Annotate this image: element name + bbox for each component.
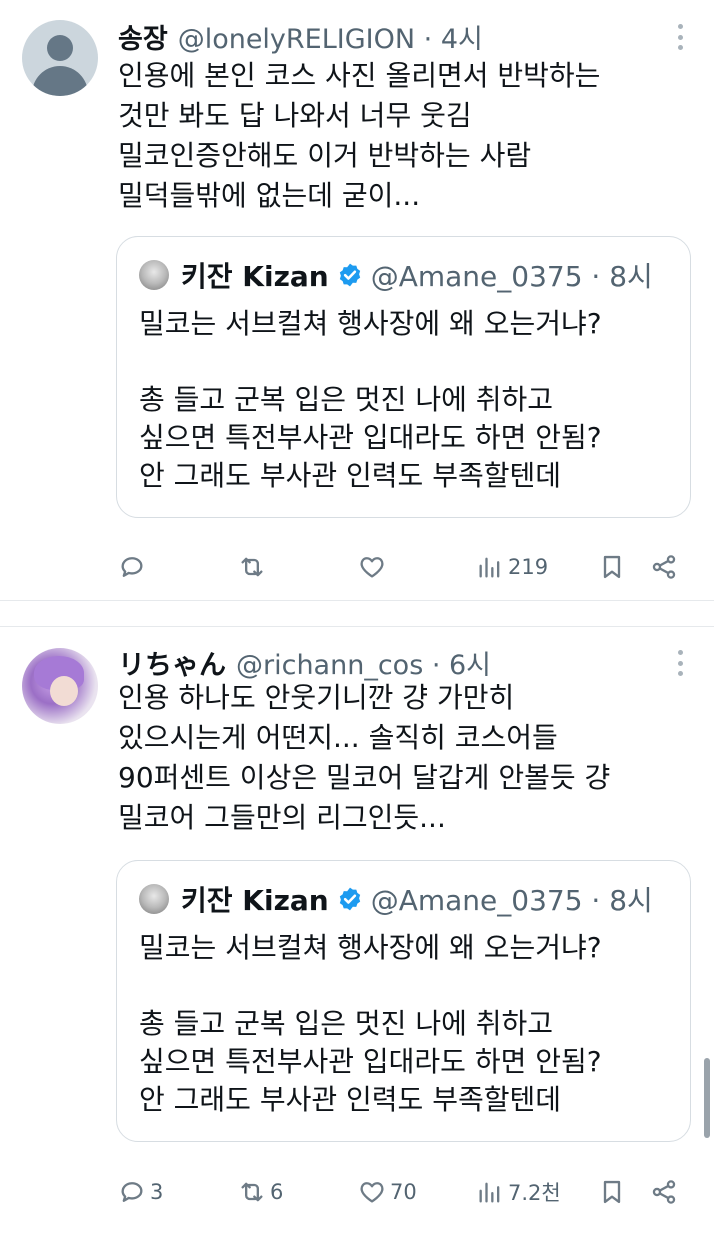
views-chart-icon xyxy=(479,557,500,578)
tweet-text-line: 인용에 본인 코스 사진 올리면서 반박하는 xyxy=(118,59,601,92)
tweet-text-line: 인용 하나도 안웃기니깐 걍 가만히 xyxy=(118,681,515,714)
divider xyxy=(0,600,714,601)
share-icon xyxy=(652,555,676,579)
tweet-text: 인용 하나도 안웃기니깐 걍 가만히 있으시는게 어떤지... 솔직히 코스어들… xyxy=(118,678,688,838)
reply-button[interactable] xyxy=(118,547,150,587)
display-name[interactable]: リちゃん xyxy=(118,643,226,682)
quoted-text-line: 안 그래도 부사관 인력도 부족할텐데 xyxy=(139,459,562,492)
share-icon xyxy=(652,1180,676,1204)
tweet-text-line: 밀코어 그들만의 리그인듯... xyxy=(118,801,446,834)
tweet-text: 인용에 본인 코스 사진 올리면서 반박하는 것만 봐도 답 나와서 너무 웃김… xyxy=(118,56,688,216)
tweet-header: 송장 @lonelyRELIGION · 4시 xyxy=(118,17,483,56)
quoted-text-line: 밀코는 서브컬쳐 행사장에 왜 오는거냐? xyxy=(139,931,602,964)
avatar-shoulders xyxy=(32,66,88,96)
reply-icon xyxy=(121,1182,143,1202)
avatar[interactable] xyxy=(22,20,98,96)
quoted-text-line: 밀코는 서브컬쳐 행사장에 왜 오는거냐? xyxy=(139,307,602,340)
views-chart-icon xyxy=(479,1182,500,1203)
like-count: 70 xyxy=(390,1180,417,1204)
quoted-text-line xyxy=(139,343,679,381)
handle-and-time[interactable]: @richann_cos · 6시 xyxy=(236,643,491,682)
reply-icon xyxy=(121,557,143,577)
quoted-text-line: 총 들고 군복 입은 멋진 나에 취하고 xyxy=(139,383,554,416)
display-name[interactable]: 송장 xyxy=(118,17,168,56)
views-button[interactable]: 7.2천 xyxy=(476,1172,561,1212)
reply-count: 3 xyxy=(150,1180,164,1204)
quoted-tweet[interactable]: 키잔 Kizan @Amane_0375 · 8시 밀코는 서브컬쳐 행사장에 … xyxy=(116,236,691,518)
retweet-icon xyxy=(241,557,263,577)
quoted-display-name: 키잔 Kizan xyxy=(181,884,329,917)
quoted-handle-and-time: @Amane_0375 · 8시 xyxy=(370,260,653,293)
tweet-text-line: 90퍼센트 이상은 밀코어 달갑게 안볼듯 걍 xyxy=(118,761,611,794)
retweet-button[interactable]: 6 xyxy=(238,1172,283,1212)
bookmark-button[interactable] xyxy=(598,547,626,587)
quoted-avatar xyxy=(139,884,169,914)
bookmark-button[interactable] xyxy=(598,1172,626,1212)
more-vertical-icon[interactable] xyxy=(678,650,684,676)
avatar[interactable] xyxy=(22,648,98,724)
tweet-actions: 219 xyxy=(0,547,714,587)
views-count: 7.2천 xyxy=(508,1181,561,1205)
quoted-handle-and-time: @Amane_0375 · 8시 xyxy=(370,884,653,917)
quoted-tweet-header: 키잔 Kizan @Amane_0375 · 8시 xyxy=(139,255,653,295)
quoted-avatar xyxy=(139,260,169,290)
quoted-tweet-text: 밀코는 서브컬쳐 행사장에 왜 오는거냐? 총 들고 군복 입은 멋진 나에 취… xyxy=(139,305,679,495)
reply-button[interactable]: 3 xyxy=(118,1172,163,1212)
quoted-text-line: 안 그래도 부사관 인력도 부족할텐데 xyxy=(139,1083,562,1116)
avatar-face xyxy=(50,676,78,706)
quoted-tweet-text: 밀코는 서브컬쳐 행사장에 왜 오는거냐? 총 들고 군복 입은 멋진 나에 취… xyxy=(139,929,679,1119)
like-button[interactable]: 70 xyxy=(358,1172,417,1212)
bookmark-icon xyxy=(603,1180,621,1204)
more-vertical-icon[interactable] xyxy=(678,24,684,50)
quoted-text-line: 총 들고 군복 입은 멋진 나에 취하고 xyxy=(139,1007,554,1040)
like-button[interactable] xyxy=(358,547,390,587)
quoted-tweet-header: 키잔 Kizan @Amane_0375 · 8시 xyxy=(139,879,653,919)
share-button[interactable] xyxy=(650,1172,678,1212)
tweet[interactable]: 송장 @lonelyRELIGION · 4시 인용에 본인 코스 사진 올리면… xyxy=(0,0,714,600)
heart-icon xyxy=(360,557,384,578)
tweet[interactable]: リちゃん @richann_cos · 6시 인용 하나도 안웃기니깐 걍 가만… xyxy=(0,628,714,1228)
tweet-text-line: 있으시는게 어떤지... 솔직히 코스어들 xyxy=(118,721,558,754)
views-count: 219 xyxy=(508,555,549,579)
quoted-text-line: 싶으면 특전부사관 입대라도 하면 안됨? xyxy=(139,421,602,454)
bookmark-icon xyxy=(603,555,621,579)
tweet-header: リちゃん @richann_cos · 6시 xyxy=(118,643,491,682)
tweet-text-line: 밀코인증안해도 이거 반박하는 사람 xyxy=(118,139,532,172)
quoted-display-name: 키잔 Kizan xyxy=(181,260,329,293)
handle-and-time[interactable]: @lonelyRELIGION · 4시 xyxy=(178,17,483,56)
tweet-actions: 3 6 70 7.2천 xyxy=(0,1172,714,1212)
verified-badge-icon xyxy=(339,887,360,911)
retweet-button[interactable] xyxy=(238,547,270,587)
retweet-count: 6 xyxy=(270,1180,284,1204)
divider xyxy=(0,626,714,627)
heart-icon xyxy=(360,1182,384,1203)
verified-badge-icon xyxy=(339,263,360,287)
share-button[interactable] xyxy=(650,547,678,587)
views-button[interactable]: 219 xyxy=(476,547,548,587)
tweet-text-line: 밀덕들밖에 없는데 굳이... xyxy=(118,179,421,212)
tweet-text-line: 것만 봐도 답 나와서 너무 웃김 xyxy=(118,99,472,132)
quoted-text-line xyxy=(139,967,679,1005)
scrollbar[interactable] xyxy=(704,1058,710,1138)
retweet-icon xyxy=(241,1182,263,1202)
quoted-text-line: 싶으면 특전부사관 입대라도 하면 안됨? xyxy=(139,1045,602,1078)
avatar-head xyxy=(47,35,73,61)
quoted-tweet[interactable]: 키잔 Kizan @Amane_0375 · 8시 밀코는 서브컬쳐 행사장에 … xyxy=(116,860,691,1142)
